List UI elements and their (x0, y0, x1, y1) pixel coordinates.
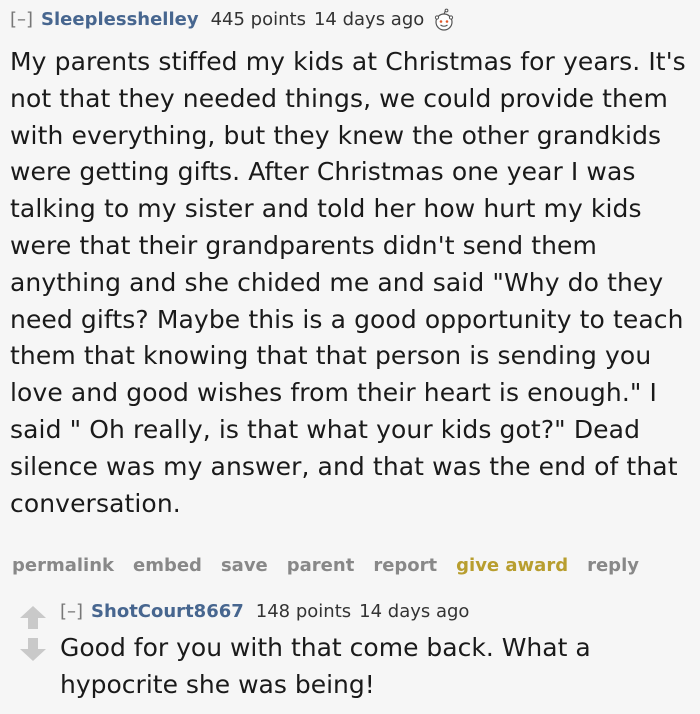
parent-button[interactable]: parent (287, 555, 355, 576)
award-face-icon[interactable] (432, 8, 456, 32)
comment-author[interactable]: Sleeplesshelley (41, 8, 199, 32)
reply-body: Good for you with that come back. What a… (60, 630, 690, 704)
reply-body-text: Good for you with that come back. What a… (60, 633, 591, 699)
comment-body-text: My parents stiffed my kids at Christmas … (10, 47, 686, 518)
reply-author[interactable]: ShotCourt8667 (91, 600, 244, 624)
reply-button[interactable]: reply (587, 555, 639, 576)
comment-body: My parents stiffed my kids at Christmas … (10, 44, 698, 522)
comment-tagline: [–] Sleeplesshelley 445 points 14 days a… (10, 8, 456, 32)
comment-buttons: permalink embed save parent report give … (12, 555, 639, 576)
vote-arrows (18, 606, 48, 661)
collapse-toggle[interactable]: [–] (10, 8, 33, 32)
reply-age: 14 days ago (359, 601, 470, 622)
reply-tagline: [–] ShotCourt8667 148 points 14 days ago (60, 600, 477, 624)
comment-points: 445 points (210, 9, 306, 30)
report-button[interactable]: report (373, 555, 437, 576)
reply-collapse-toggle[interactable]: [–] (60, 600, 83, 624)
permalink-button[interactable]: permalink (12, 555, 114, 576)
embed-button[interactable]: embed (133, 555, 202, 576)
save-button[interactable]: save (221, 555, 268, 576)
upvote-arrow-icon[interactable] (18, 606, 48, 629)
reply-comment: [–] ShotCourt8667 148 points 14 days ago… (0, 590, 700, 714)
downvote-arrow-icon[interactable] (18, 638, 48, 661)
reply-points: 148 points (255, 601, 352, 622)
comment-age: 14 days ago (313, 9, 425, 30)
give-award-button[interactable]: give award (456, 555, 568, 576)
